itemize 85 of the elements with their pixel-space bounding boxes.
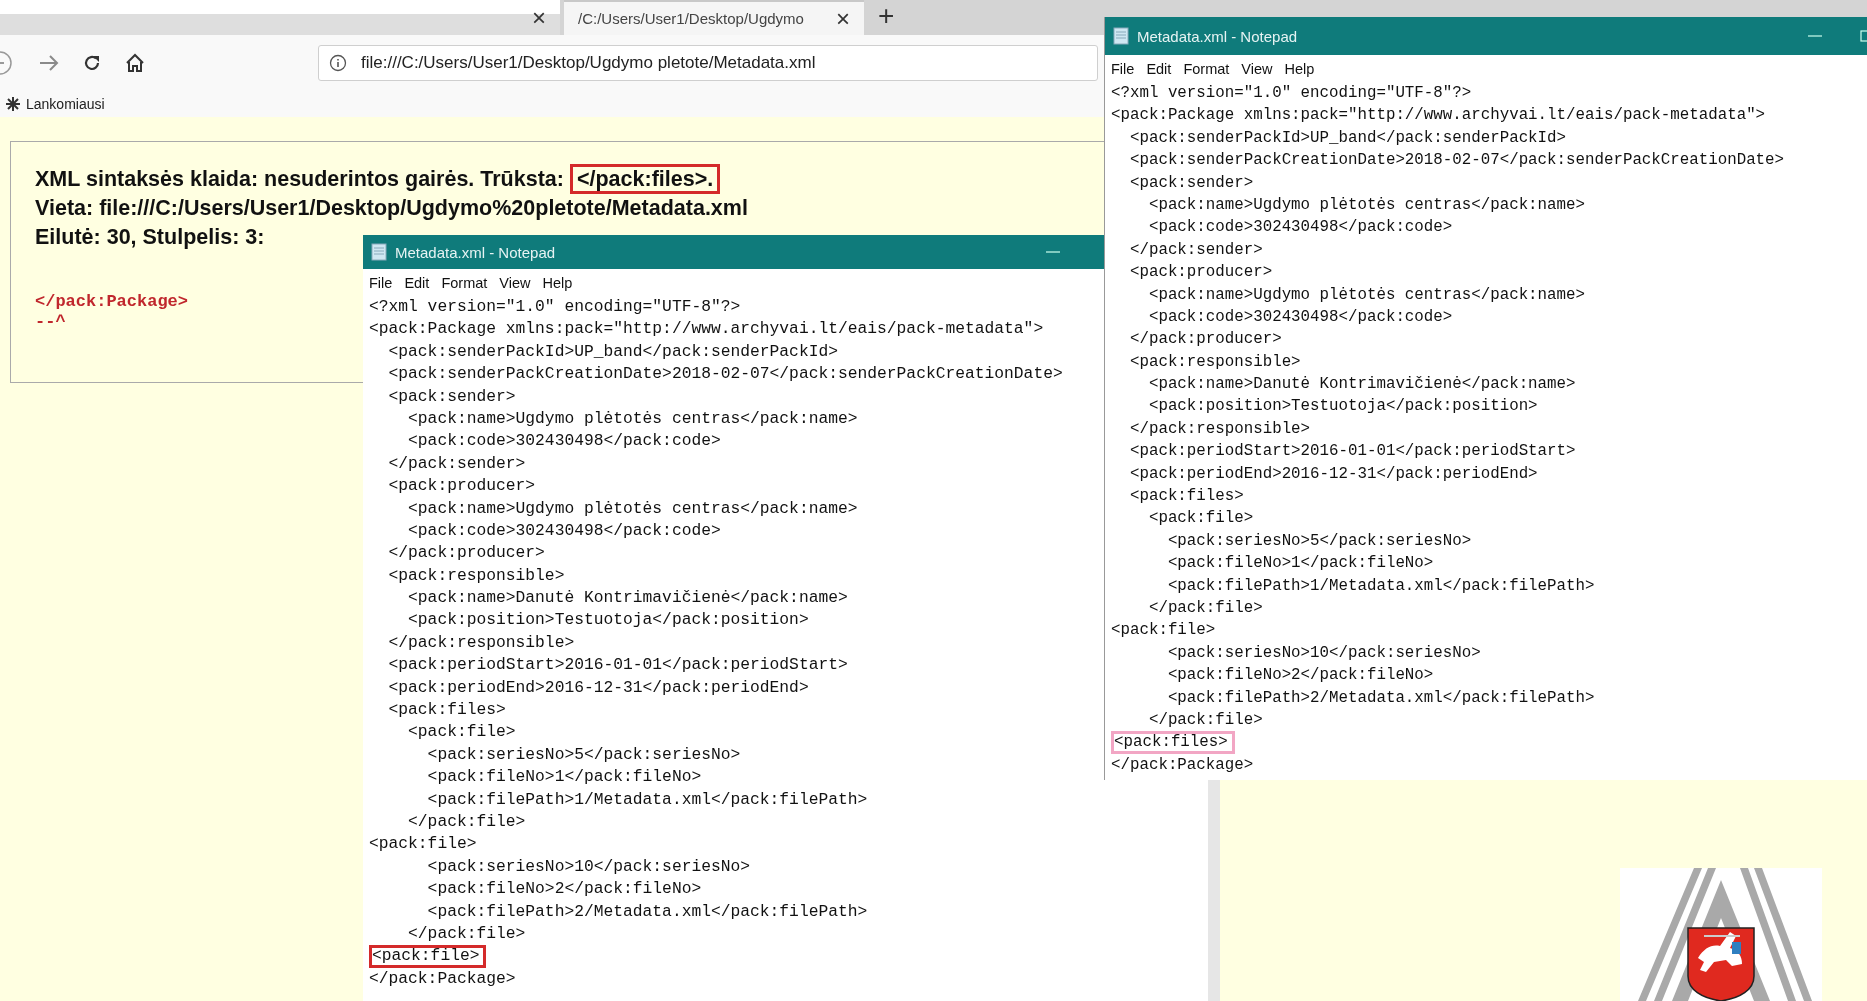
code-line: <pack:filePath>1/Metadata.xml</pack:filePath>	[1166, 575, 1595, 597]
missing-tag-highlight: </pack:files>.	[569, 164, 721, 194]
code-line: <pack:files>	[1128, 486, 1244, 508]
code-line: <pack:seriesNo>5</pack:seriesNo>	[426, 743, 741, 766]
code-line: <pack:sender>	[387, 385, 516, 408]
code-line: <pack:producer>	[1128, 262, 1273, 284]
menu-item[interactable]: Format	[441, 274, 488, 291]
menu-item[interactable]: Edit	[404, 274, 430, 291]
code-line: <pack:Package xmlns:pack="http://www.archyvai.lt/eais/pack-metadata">	[1111, 105, 1766, 127]
code-line: <pack:periodStart>2016-01-01</pack:periodStart>	[387, 654, 848, 677]
code-line: <pack:code>302430498</pack:code>	[1147, 217, 1453, 239]
code-line: </pack:Package>	[369, 967, 516, 990]
code-line: </pack:producer>	[387, 542, 545, 565]
code-line: <pack:sender>	[1128, 172, 1254, 194]
code-line: <pack:periodStart>2016-01-01</pack:periodStart>	[1128, 441, 1576, 463]
code-line: <pack:seriesNo>5</pack:seriesNo>	[1166, 530, 1472, 552]
code-line: <pack:position>Testuotoja</pack:position>	[1147, 396, 1538, 418]
code-line: </pack:file>	[1147, 709, 1263, 731]
menu-item[interactable]: Help	[542, 274, 573, 291]
code-line: <pack:name>Danutė Kontrimavičienė</pack:name>	[1147, 374, 1576, 396]
tab-title: /C:/Users/User1/Desktop/Ugdymo	[578, 10, 805, 27]
menu-item[interactable]: File	[1111, 60, 1135, 77]
code-line: <pack:responsible>	[1128, 351, 1301, 373]
browser-tab[interactable]: /C:/Users/User1/Desktop/Ugdymo ×	[564, 0, 864, 35]
code-line: </pack:producer>	[1128, 329, 1282, 351]
code-line: <pack:responsible>	[387, 564, 565, 587]
code-line: <pack:periodEnd>2016-12-31</pack:periodEnd>	[1128, 463, 1538, 485]
code-line: <pack:fileNo>2</pack:fileNo>	[1166, 665, 1434, 687]
code-line: <pack:senderPackCreationDate>2018-02-07</pack:senderPackCreationDate>	[1128, 150, 1785, 172]
code-line: <pack:file>	[369, 833, 477, 856]
code-line: <pack:seriesNo>10</pack:seriesNo>	[426, 855, 751, 878]
code-line: <pack:files>	[387, 699, 506, 722]
code-line: <pack:fileNo>2</pack:fileNo>	[426, 878, 702, 901]
code-line: <pack:name>Ugdymo plėtotės centras</pack:name>	[407, 407, 858, 430]
code-line: <pack:file>	[407, 721, 516, 744]
code-line: <pack:position>Testuotoja</pack:position>	[407, 609, 809, 632]
new-tab-button[interactable]: +	[864, 0, 909, 35]
menu-item[interactable]: View	[1241, 60, 1273, 77]
menu-item[interactable]: Edit	[1146, 60, 1172, 77]
menu-item[interactable]: Help	[1284, 60, 1315, 77]
menu-item[interactable]: File	[369, 274, 393, 291]
code-line: <pack:file>	[1147, 508, 1254, 530]
code-line: <pack:periodEnd>2016-12-31</pack:periodEnd>	[387, 676, 809, 699]
code-line: </pack:sender>	[387, 452, 526, 475]
browser-tab[interactable]: ×	[0, 0, 560, 35]
code-line: <pack:fileNo>1</pack:fileNo>	[1166, 553, 1434, 575]
code-line: <pack:file>	[1111, 620, 1216, 642]
code-line: <pack:code>302430498</pack:code>	[407, 519, 721, 542]
code-line: <pack:name>Ugdymo plėtotės centras</pack:name>	[407, 497, 858, 520]
code-line: <pack:filePath>1/Metadata.xml</pack:filePath>	[426, 788, 868, 811]
error-message: XML sintaksės klaida: nesuderintos gairės. Trūksta:	[35, 165, 564, 193]
error-pointer: --^	[35, 312, 66, 332]
close-icon[interactable]: ×	[836, 4, 850, 33]
code-line: <pack:code>302430498</pack:code>	[407, 430, 721, 453]
code-line: </pack:responsible>	[387, 631, 575, 654]
code-line: <pack:senderPackId>UP_band</pack:senderPackId>	[387, 340, 838, 363]
code-line: <pack:producer>	[387, 475, 536, 498]
code-line: <pack:fileNo>1</pack:fileNo>	[426, 766, 702, 789]
code-line: </pack:sender>	[1128, 239, 1263, 261]
code-line: </pack:file>	[407, 811, 526, 833]
code-line: <pack:filePath>2/Metadata.xml</pack:filePath>	[1166, 687, 1595, 709]
code-line: <pack:name>Danutė Kontrimavičienė</pack:name>	[407, 587, 848, 610]
code-line: <pack:filePath>2/Metadata.xml</pack:filePath>	[426, 900, 868, 923]
url-text: file:///C:/Users/User1/Desktop/Ugdymo pletote/Metadata.xml	[361, 52, 816, 73]
code-line: </pack:Package>	[1111, 754, 1254, 776]
menu-item[interactable]: Format	[1183, 60, 1230, 77]
code-line: <pack:seriesNo>10</pack:seriesNo>	[1166, 642, 1481, 664]
window-title: Metadata.xml - Notepad	[1137, 27, 1298, 45]
code-line: <?xml version="1.0" encoding="UTF-8"?>	[369, 296, 741, 318]
address-bar[interactable]: file:///C:/Users/User1/Desktop/Ugdymo pletote/Metadata.xml	[318, 44, 1098, 81]
window-title: Metadata.xml - Notepad	[395, 243, 556, 261]
code-line: <pack:name>Ugdymo plėtotės centras</pack:name>	[1147, 194, 1585, 216]
code-line: <?xml version="1.0" encoding="UTF-8"?>	[1111, 83, 1472, 104]
source-line: </pack:Package>	[35, 292, 189, 312]
code-line: <pack:senderPackId>UP_band</pack:senderPackId>	[1128, 127, 1567, 149]
code-line: <pack:Package xmlns:pack="http://www.archyvai.lt/eais/pack-metadata">	[369, 318, 1044, 341]
code-line: </pack:file>	[1147, 598, 1263, 619]
code-line: <pack:senderPackCreationDate>2018-02-07</pack:senderPackCreationDate>	[387, 363, 1063, 386]
code-line: <pack:name>Ugdymo plėtotės centras</pack:name>	[1147, 284, 1585, 306]
close-icon[interactable]: ×	[532, 3, 546, 32]
menu-item[interactable]: View	[499, 274, 531, 291]
code-line: </pack:responsible>	[1128, 418, 1311, 440]
code-line: <pack:code>302430498</pack:code>	[1147, 306, 1453, 328]
bookmark-link[interactable]: Lankomiausi	[26, 95, 105, 112]
code-line: </pack:file>	[407, 922, 526, 945]
